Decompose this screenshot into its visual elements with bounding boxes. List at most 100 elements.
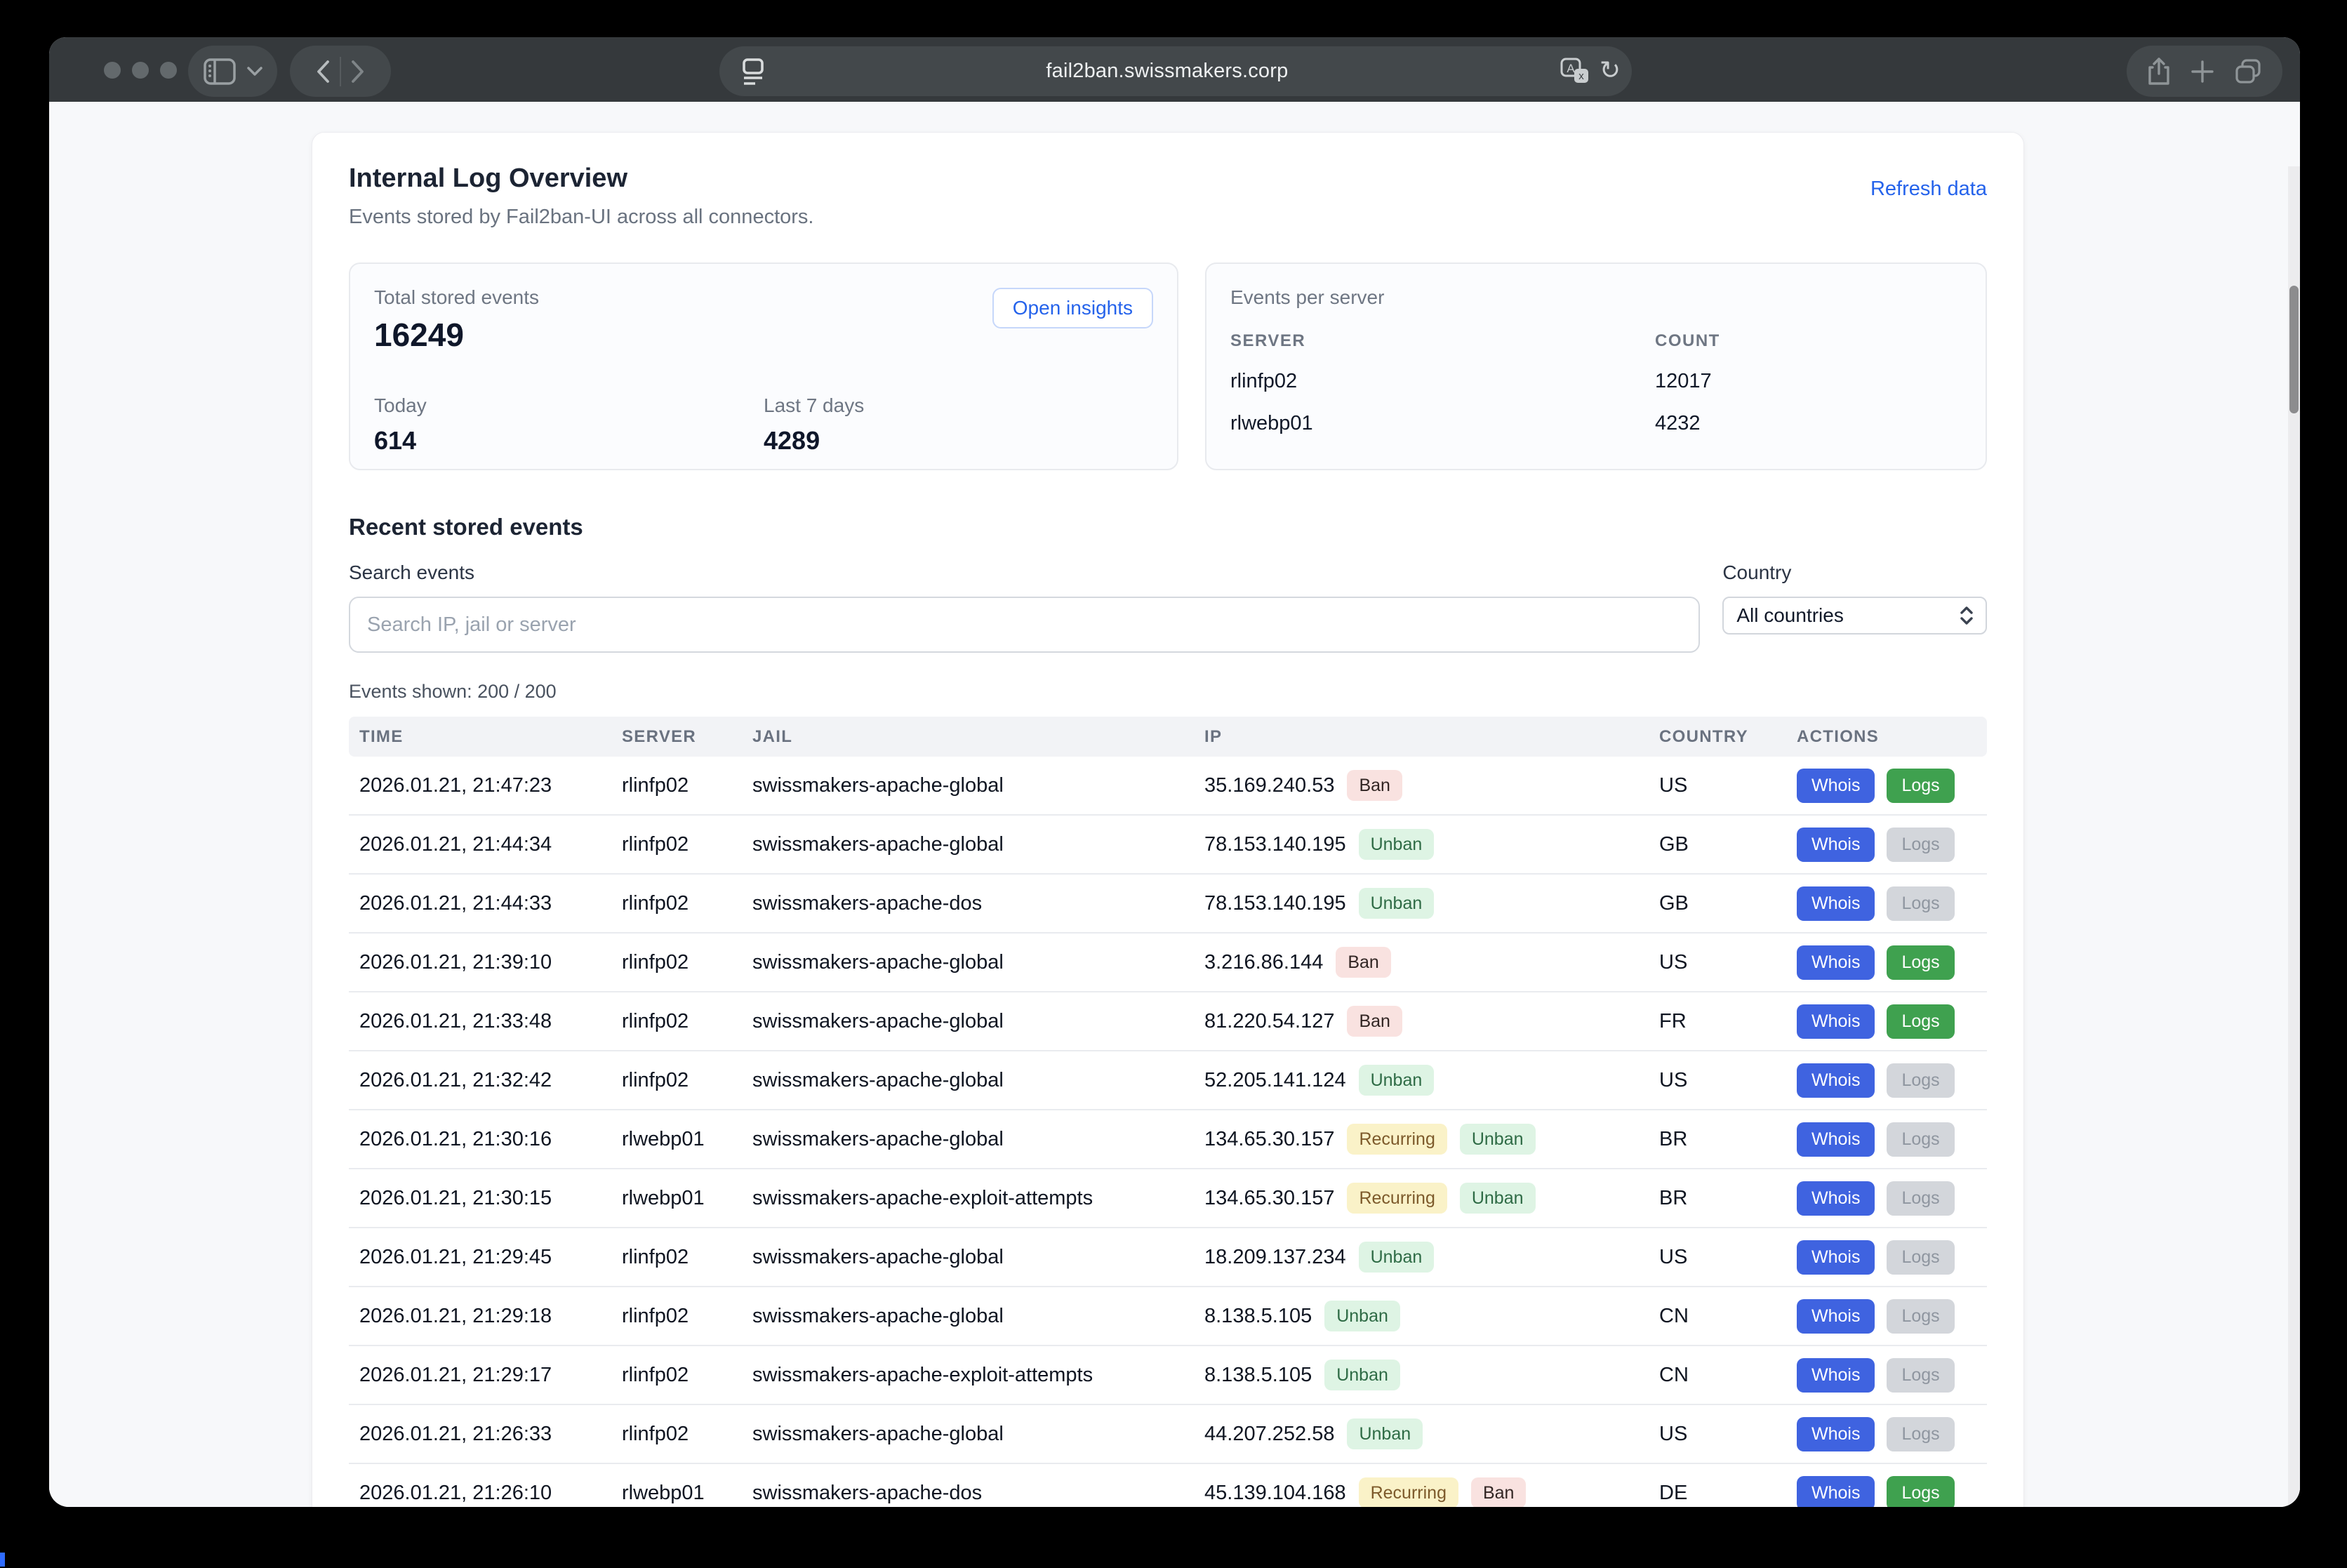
whois-button[interactable]: Whois bbox=[1797, 1358, 1875, 1393]
back-icon[interactable] bbox=[314, 59, 331, 84]
toolbar-button-group bbox=[2127, 46, 2282, 97]
search-input[interactable] bbox=[349, 597, 1700, 653]
whois-button[interactable]: Whois bbox=[1797, 945, 1875, 980]
cell-server: rlinfp02 bbox=[611, 1305, 742, 1328]
column-header-time: TIME bbox=[349, 727, 611, 747]
whois-button[interactable]: Whois bbox=[1797, 828, 1875, 862]
cell-ip: 81.220.54.127Ban bbox=[1194, 1006, 1649, 1037]
whois-button[interactable]: Whois bbox=[1797, 769, 1875, 803]
tab-overview-icon[interactable] bbox=[2234, 58, 2262, 86]
table-row: 2026.01.21, 21:33:48rlinfp02swissmakers-… bbox=[349, 992, 1987, 1051]
url-text[interactable]: fail2ban.swissmakers.corp bbox=[774, 60, 1560, 83]
whois-button[interactable]: Whois bbox=[1797, 1004, 1875, 1039]
cell-server: rlwebp01 bbox=[611, 1187, 742, 1210]
whois-button[interactable]: Whois bbox=[1797, 1417, 1875, 1451]
sidebar-toggle-icon[interactable] bbox=[204, 58, 236, 85]
logs-button[interactable]: Logs bbox=[1887, 945, 1954, 980]
cell-ip: 18.209.137.234Unban bbox=[1194, 1242, 1649, 1273]
cell-server: rlwebp01 bbox=[611, 1482, 742, 1505]
whois-button[interactable]: Whois bbox=[1797, 1181, 1875, 1216]
refresh-data-link[interactable]: Refresh data bbox=[1870, 178, 1987, 201]
logs-button[interactable]: Logs bbox=[1887, 1417, 1954, 1451]
forward-icon[interactable] bbox=[350, 59, 366, 84]
translate-icon[interactable]: A x bbox=[1560, 58, 1590, 86]
new-tab-icon[interactable] bbox=[2190, 60, 2214, 84]
country-select[interactable]: All countries bbox=[1722, 597, 1987, 634]
logs-button[interactable]: Logs bbox=[1887, 1358, 1954, 1393]
badge-unban: Unban bbox=[1460, 1124, 1536, 1155]
logs-button[interactable]: Logs bbox=[1887, 828, 1954, 862]
reload-icon[interactable]: ↻ bbox=[1600, 58, 1621, 83]
whois-button[interactable]: Whois bbox=[1797, 1299, 1875, 1334]
badge-unban: Unban bbox=[1359, 829, 1435, 860]
cell-server: rlinfp02 bbox=[611, 951, 742, 974]
page-settings-icon[interactable] bbox=[732, 58, 774, 86]
browser-window: fail2ban.swissmakers.corp A x ↻ bbox=[49, 37, 2300, 1507]
cell-actions: Whois Logs bbox=[1786, 1122, 1987, 1157]
cell-actions: Whois Logs bbox=[1786, 886, 1987, 921]
ip-address: 3.216.86.144 bbox=[1204, 951, 1323, 974]
cell-ip: 52.205.141.124Unban bbox=[1194, 1065, 1649, 1096]
logs-button[interactable]: Logs bbox=[1887, 769, 1954, 803]
logs-button[interactable]: Logs bbox=[1887, 886, 1954, 921]
share-icon[interactable] bbox=[2147, 57, 2171, 86]
cell-jail: swissmakers-apache-global bbox=[742, 1305, 1194, 1328]
minimize-window-button[interactable] bbox=[132, 62, 149, 79]
address-bar[interactable]: fail2ban.swissmakers.corp A x ↻ bbox=[719, 46, 1632, 96]
zoom-window-button[interactable] bbox=[160, 62, 177, 79]
per-server-rows: rlinfp0212017rlwebp014232 bbox=[1230, 370, 1962, 435]
cell-country: GB bbox=[1649, 833, 1786, 856]
logs-button[interactable]: Logs bbox=[1887, 1476, 1954, 1508]
cell-time: 2026.01.21, 21:29:17 bbox=[349, 1364, 611, 1387]
whois-button[interactable]: Whois bbox=[1797, 1476, 1875, 1508]
cell-actions: Whois Logs bbox=[1786, 1358, 1987, 1393]
cell-actions: Whois Logs bbox=[1786, 1063, 1987, 1098]
cell-actions: Whois Logs bbox=[1786, 1417, 1987, 1451]
whois-button[interactable]: Whois bbox=[1797, 1122, 1875, 1157]
per-server-col-server: SERVER bbox=[1230, 331, 1655, 351]
badge-unban: Unban bbox=[1359, 888, 1435, 919]
cell-server: rlinfp02 bbox=[611, 1246, 742, 1269]
cell-time: 2026.01.21, 21:29:18 bbox=[349, 1305, 611, 1328]
ip-address: 35.169.240.53 bbox=[1204, 774, 1334, 797]
logs-button[interactable]: Logs bbox=[1887, 1181, 1954, 1216]
page-title: Internal Log Overview bbox=[349, 164, 813, 194]
cell-server: rlinfp02 bbox=[611, 774, 742, 797]
events-per-server-card: Events per server SERVER COUNT rlinfp021… bbox=[1205, 263, 1987, 470]
cell-ip: 134.65.30.157RecurringUnban bbox=[1194, 1183, 1649, 1214]
close-window-button[interactable] bbox=[104, 62, 121, 79]
logs-button[interactable]: Logs bbox=[1887, 1299, 1954, 1334]
per-server-title: Events per server bbox=[1230, 286, 1962, 309]
cell-country: CN bbox=[1649, 1364, 1786, 1387]
cell-country: CN bbox=[1649, 1305, 1786, 1328]
badge-unban: Unban bbox=[1460, 1183, 1536, 1214]
chevron-down-icon[interactable] bbox=[247, 67, 262, 77]
logs-button[interactable]: Logs bbox=[1887, 1063, 1954, 1098]
whois-button[interactable]: Whois bbox=[1797, 1063, 1875, 1098]
cell-jail: swissmakers-apache-dos bbox=[742, 892, 1194, 915]
cell-jail: swissmakers-apache-exploit-attempts bbox=[742, 1187, 1194, 1210]
cell-server: rlinfp02 bbox=[611, 1069, 742, 1092]
logs-button[interactable]: Logs bbox=[1887, 1004, 1954, 1039]
ip-address: 78.153.140.195 bbox=[1204, 833, 1346, 856]
ip-address: 78.153.140.195 bbox=[1204, 892, 1346, 915]
logs-button[interactable]: Logs bbox=[1887, 1122, 1954, 1157]
whois-button[interactable]: Whois bbox=[1797, 1240, 1875, 1275]
cell-ip: 78.153.140.195 Unban bbox=[1194, 888, 1649, 919]
svg-text:A: A bbox=[1567, 62, 1575, 75]
open-insights-button[interactable]: Open insights bbox=[992, 288, 1153, 328]
cell-jail: swissmakers-apache-global bbox=[742, 833, 1194, 856]
nav-button-group bbox=[290, 46, 391, 97]
whois-button[interactable]: Whois bbox=[1797, 886, 1875, 921]
table-row: 2026.01.21, 21:32:42rlinfp02swissmakers-… bbox=[349, 1051, 1987, 1110]
table-row: 2026.01.21, 21:26:33rlinfp02swissmakers-… bbox=[349, 1405, 1987, 1464]
scrollbar-thumb[interactable] bbox=[2289, 286, 2299, 413]
logs-button[interactable]: Logs bbox=[1887, 1240, 1954, 1275]
country-label: Country bbox=[1722, 562, 1987, 584]
cell-country: BR bbox=[1649, 1187, 1786, 1210]
cell-jail: swissmakers-apache-global bbox=[742, 774, 1194, 797]
cell-country: GB bbox=[1649, 892, 1786, 915]
cell-country: FR bbox=[1649, 1010, 1786, 1033]
badge-unban: Unban bbox=[1347, 1418, 1423, 1449]
cell-country: US bbox=[1649, 1423, 1786, 1446]
